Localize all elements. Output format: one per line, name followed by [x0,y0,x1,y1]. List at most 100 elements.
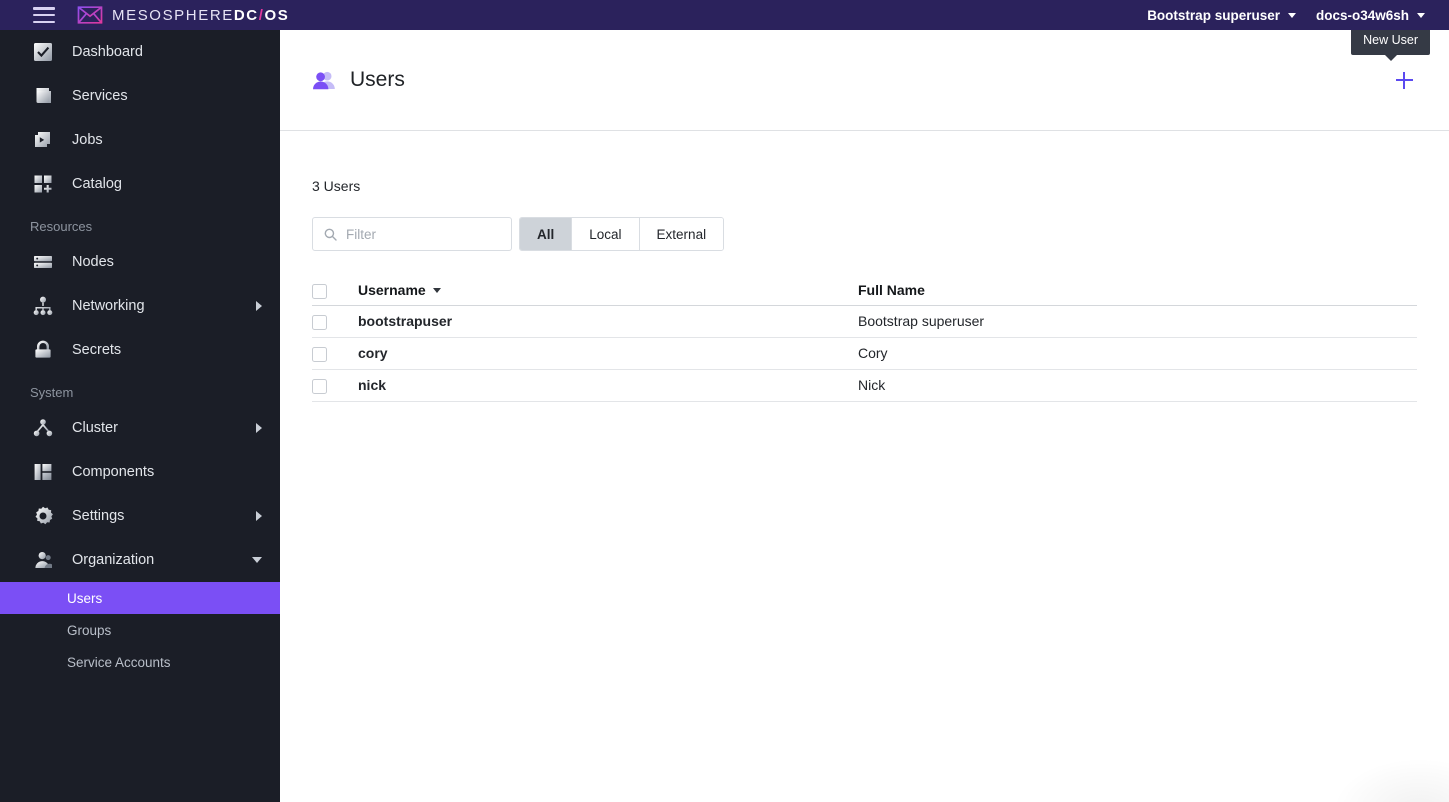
dashboard-icon [30,39,56,65]
sidebar-item-services[interactable]: Services [0,74,280,118]
column-header-label: Username [358,282,426,299]
page-title-group: Users [312,68,405,92]
column-header-label: Full Name [858,282,925,299]
add-user-button[interactable] [1389,65,1419,95]
sidebar-item-label: Organization [72,552,155,568]
sidebar-item-label: Components [72,464,155,480]
sidebar-item-groups[interactable]: Groups [0,614,280,646]
user-menu[interactable]: Bootstrap superuser [1137,0,1306,30]
sidebar: Dashboard Services Jobs Catalog Resource… [0,30,280,802]
mesosphere-logo-icon [77,6,103,24]
sidebar-section-system: System [30,385,74,400]
sidebar-item-components[interactable]: Components [0,450,280,494]
brand-os: OS [264,6,290,24]
brand-dc: DC [233,6,259,24]
sidebar-item-networking[interactable]: Networking [0,284,280,328]
chevron-down-icon [1287,12,1296,18]
column-header-fullname[interactable]: Full Name [858,276,1417,306]
segment-external[interactable]: External [639,218,724,250]
cell-fullname: Nick [858,369,1417,402]
page-header: Users New User [280,26,1449,131]
chevron-right-icon [256,423,262,433]
brand-logo[interactable]: MESOSPHEREDC/OS [77,5,289,25]
sidebar-subitem-label: Service Accounts [67,654,171,670]
segment-local[interactable]: Local [572,218,640,250]
sidebar-item-jobs[interactable]: Jobs [0,118,280,162]
cell-fullname: Bootstrap superuser [858,305,1417,338]
sidebar-item-label: Networking [72,298,145,314]
cluster-menu[interactable]: docs-o34w6sh [1306,0,1435,30]
sidebar-subitem-label: Users [67,590,103,606]
row-select-cell [312,337,358,370]
table-row[interactable]: cory Cory [312,337,1417,370]
cluster-menu-label: docs-o34w6sh [1315,7,1409,23]
cell-fullname: Cory [858,337,1417,370]
table-row[interactable]: bootstrapuser Bootstrap superuser [312,305,1417,338]
sidebar-subitem-label: Groups [67,622,112,638]
organization-icon [30,547,56,573]
sidebar-item-label: Nodes [72,254,114,270]
sidebar-item-label: Cluster [72,420,118,436]
caret-down-icon [432,288,441,294]
components-icon [30,459,56,485]
sidebar-item-catalog[interactable]: Catalog [0,162,280,206]
tooltip-text: New User [1363,33,1418,47]
sidebar-item-label: Jobs [72,132,103,148]
hamburger-menu-icon[interactable] [33,7,55,23]
sidebar-item-label: Settings [72,508,125,524]
sidebar-item-secrets[interactable]: Secrets [0,328,280,372]
table-head: Username Full Name [312,276,1417,306]
chevron-right-icon [256,511,262,521]
jobs-icon [30,127,56,153]
sidebar-item-dashboard[interactable]: Dashboard [0,30,280,74]
cell-username: bootstrapuser [358,305,858,338]
segment-all[interactable]: All [520,218,573,250]
sidebar-item-settings[interactable]: Settings [0,494,280,538]
corner-shadow [1329,756,1449,802]
filter-input-wrapper[interactable] [312,217,512,251]
hamburger-bar [33,7,55,10]
user-count-label: 3 Users [312,178,361,194]
brand-text: MESOSPHEREDC/OS [112,7,289,24]
row-select-cell [312,305,358,338]
sidebar-item-organization[interactable]: Organization [0,538,280,582]
networking-icon [30,293,56,319]
users-table: Username Full Name bootstrapuser Bootstr… [312,276,1417,402]
chevron-right-icon [256,301,262,311]
main-content: Users New User 3 Users Filter All Local … [280,26,1449,802]
services-icon [30,83,56,109]
users-content: 3 Users All Local External [280,178,1449,402]
hamburger-bar [33,13,55,17]
table-controls: All Local External [312,217,1417,251]
secrets-icon [30,337,56,363]
row-checkbox[interactable] [312,379,327,394]
sidebar-item-nodes[interactable]: Nodes [0,240,280,284]
row-checkbox[interactable] [312,347,327,362]
user-menu-label: Bootstrap superuser [1147,7,1280,23]
sidebar-item-users[interactable]: Users [0,582,280,614]
users-icon [313,71,335,90]
sidebar-item-label: Dashboard [72,44,143,60]
sidebar-item-cluster[interactable]: Cluster [0,406,280,450]
new-user-tooltip: New User [1351,26,1430,61]
sidebar-item-label: Secrets [72,342,122,358]
filter-input[interactable] [346,226,500,242]
table-body: bootstrapuser Bootstrap superuser cory C… [312,305,1417,402]
cell-username: nick [358,369,858,402]
settings-gear-icon [30,503,56,529]
select-all-header [312,276,358,306]
tooltip-arrow [1384,55,1397,61]
select-all-checkbox[interactable] [312,284,327,300]
catalog-icon [30,171,56,197]
brand-prefix: MESOSPHERE [112,6,234,24]
row-checkbox[interactable] [312,315,327,330]
sidebar-item-label: Services [72,88,128,104]
table-row[interactable]: nick Nick [312,369,1417,402]
column-header-username[interactable]: Username [358,276,858,306]
cell-username: cory [358,337,858,370]
sidebar-item-service-accounts[interactable]: Service Accounts [0,646,280,678]
chevron-down-icon [252,557,262,563]
hamburger-bar [33,20,55,23]
sidebar-section-resources: Resources [30,219,93,234]
chevron-down-icon [1417,12,1425,18]
